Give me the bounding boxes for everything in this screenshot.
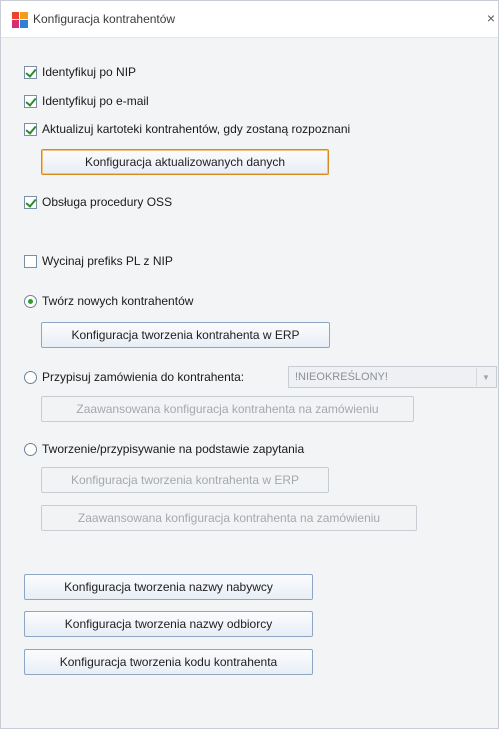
buyer-name-config-button[interactable]: Konfiguracja tworzenia nazwy nabywcy [24,574,313,600]
mode-create-new-radio[interactable] [24,294,37,308]
contractor-select[interactable]: !NIEOKREŚLONY! ▼ [288,366,497,388]
title-bar: Konfiguracja kontrahentów × [1,1,498,38]
chevron-down-icon[interactable]: ▼ [476,368,495,386]
identify-email-checkbox[interactable] [24,94,37,108]
config-window: Konfiguracja kontrahentów × Identyfikuj … [0,0,499,729]
create-in-erp-button[interactable]: Konfiguracja tworzenia kontrahenta w ERP [41,322,330,348]
identify-email-label: Identyfikuj po e-mail [42,94,149,108]
update-cards-option[interactable]: Aktualizuj kartoteki kontrahentów, gdy z… [24,120,350,138]
mode-create-new[interactable]: Twórz nowych kontrahentów [24,292,193,310]
advanced-order-config-button[interactable]: Zaawansowana konfiguracja kontrahenta na… [41,396,414,422]
window-title: Konfiguracja kontrahentów [33,12,176,26]
identify-nip-label: Identyfikuj po NIP [42,65,137,79]
mode-assign-orders-label: Przypisuj zamówienia do kontrahenta: [42,370,245,384]
strip-pl-prefix-checkbox[interactable] [24,254,37,268]
updated-data-config-button[interactable]: Konfiguracja aktualizowanych danych [41,149,329,175]
identify-nip-option[interactable]: Identyfikuj po NIP [24,63,136,81]
identify-email-option[interactable]: Identyfikuj po e-mail [24,92,149,110]
create-in-erp-query-button[interactable]: Konfiguracja tworzenia kontrahenta w ERP [41,467,329,493]
contractor-code-config-button[interactable]: Konfiguracja tworzenia kodu kontrahenta [24,649,313,675]
recipient-name-config-button[interactable]: Konfiguracja tworzenia nazwy odbiorcy [24,611,313,637]
oss-option[interactable]: Obsługa procedury OSS [24,193,172,211]
update-cards-label: Aktualizuj kartoteki kontrahentów, gdy z… [42,122,351,136]
advanced-order-config-query-button[interactable]: Zaawansowana konfiguracja kontrahenta na… [41,505,417,531]
contractor-select-value: !NIEOKREŚLONY! [295,371,388,383]
strip-pl-prefix-option[interactable]: Wycinaj prefiks PL z NIP [24,252,173,270]
app-logo-icon [12,12,28,28]
mode-by-query[interactable]: Tworzenie/przypisywanie na podstawie zap… [24,440,304,458]
close-icon[interactable]: × [483,8,499,28]
update-cards-checkbox[interactable] [24,122,37,136]
identify-nip-checkbox[interactable] [24,65,37,79]
mode-assign-orders[interactable]: Przypisuj zamówienia do kontrahenta: [24,368,244,386]
oss-label: Obsługa procedury OSS [42,195,173,209]
mode-by-query-radio[interactable] [24,442,37,456]
oss-checkbox[interactable] [24,195,37,209]
mode-by-query-label: Tworzenie/przypisywanie na podstawie zap… [42,442,305,456]
mode-create-new-label: Twórz nowych kontrahentów [42,294,194,308]
mode-assign-orders-radio[interactable] [24,370,37,384]
strip-pl-prefix-label: Wycinaj prefiks PL z NIP [42,254,173,268]
